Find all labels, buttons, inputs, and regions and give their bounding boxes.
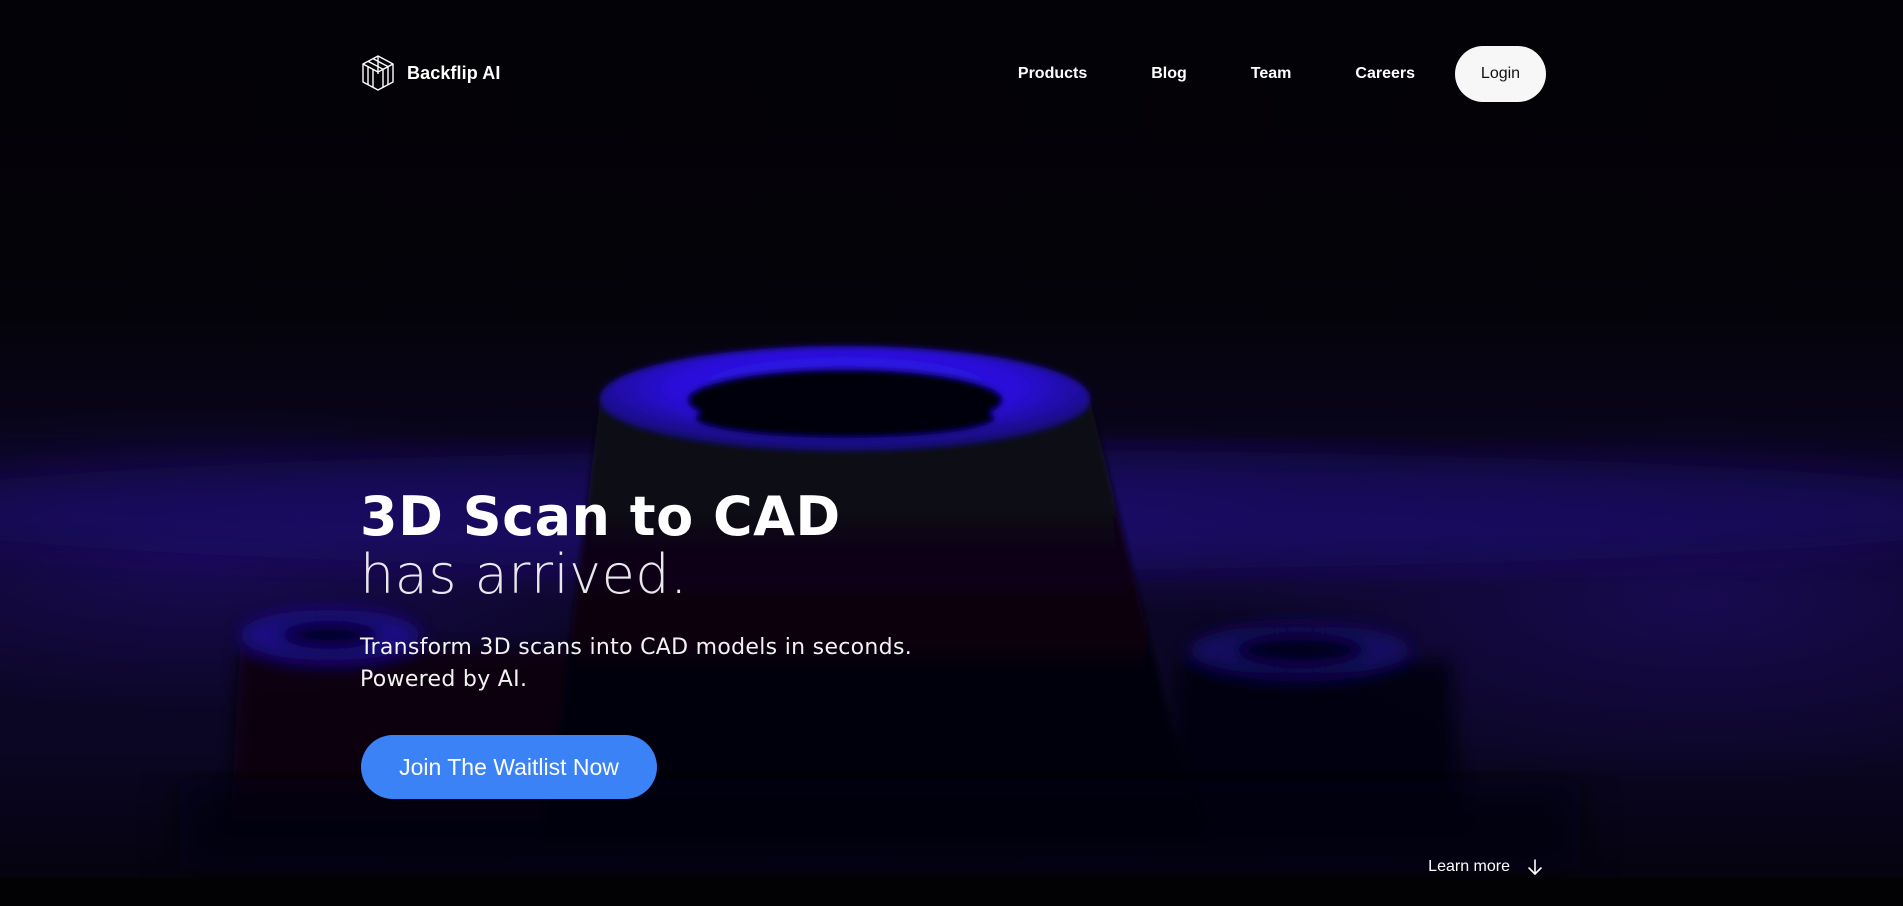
- machined-part-photo: [0, 346, 1903, 870]
- brand-name: Backflip AI: [407, 62, 501, 83]
- hero-subtitle-line-1: Transform 3D scans into CAD models in se…: [360, 635, 912, 660]
- nav-item-products[interactable]: Products: [1018, 65, 1087, 83]
- hero-headline: 3D Scan to CAD: [360, 485, 841, 548]
- hero-background-image: [0, 0, 1903, 878]
- join-waitlist-button[interactable]: Join The Waitlist Now: [361, 735, 657, 799]
- brand-home-link[interactable]: Backflip AI: [360, 54, 500, 92]
- nav-item-careers[interactable]: Careers: [1355, 65, 1415, 83]
- nav-item-blog[interactable]: Blog: [1151, 65, 1187, 83]
- hero-subtitle: Transform 3D scans into CAD models in se…: [360, 632, 912, 696]
- learn-more-label: Learn more: [1428, 858, 1510, 875]
- top-navigation: Backflip AI Products Blog Team Careers L…: [360, 46, 1546, 102]
- arrow-down-icon: [1528, 859, 1542, 875]
- page-bottom-band: [0, 878, 1903, 906]
- nav-links: Products Blog Team Careers Login: [1018, 46, 1546, 102]
- landing-page: Backflip AI Products Blog Team Careers L…: [0, 0, 1903, 906]
- login-button[interactable]: Login: [1455, 46, 1546, 102]
- hero-copy: 3D Scan to CAD has arrived. Transform 3D…: [360, 484, 912, 696]
- hero-subtitle-line-2: Powered by AI.: [360, 667, 528, 692]
- learn-more-link[interactable]: Learn more: [1428, 858, 1544, 876]
- nav-item-team[interactable]: Team: [1251, 65, 1292, 83]
- hero-headline-secondary: has arrived.: [360, 543, 688, 606]
- isometric-cube-logo-icon: [362, 55, 394, 91]
